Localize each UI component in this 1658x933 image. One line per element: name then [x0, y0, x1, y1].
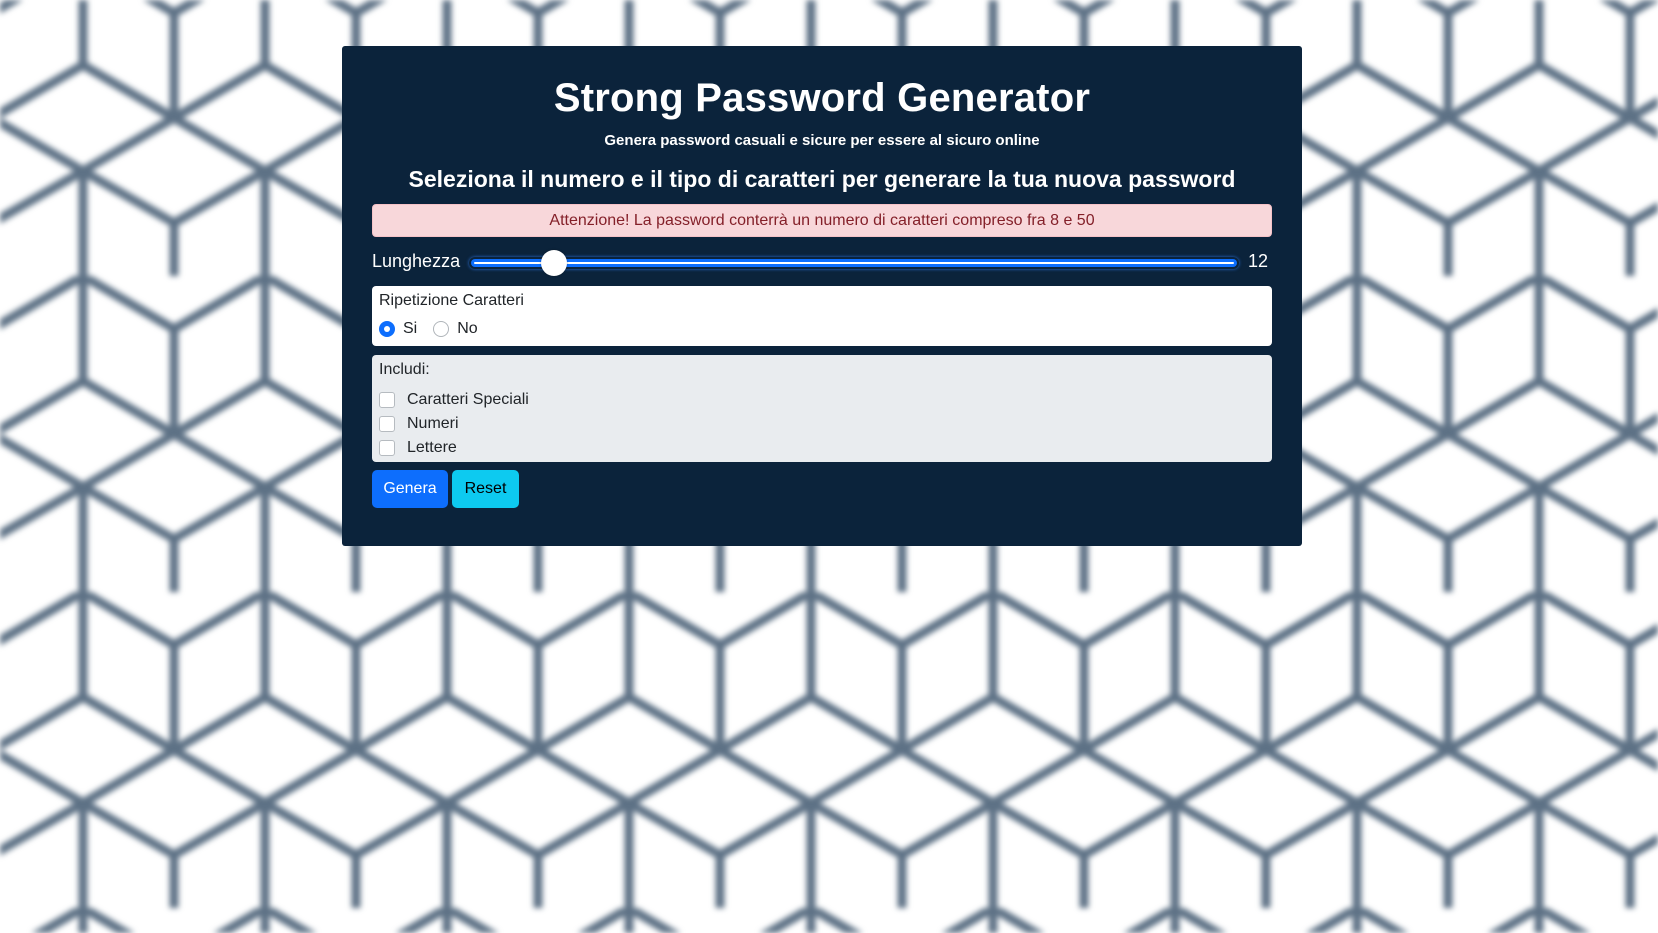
checkbox-numbers-label[interactable]: Numeri [407, 415, 459, 433]
include-option-letters[interactable]: Lettere [379, 436, 1265, 460]
page-title: Strong Password Generator [553, 76, 1091, 120]
checkbox-special-characters[interactable] [379, 392, 395, 408]
radio-no-label[interactable]: No [457, 320, 477, 338]
include-option-numbers[interactable]: Numeri [379, 412, 1265, 436]
alert-text: Attenzione! La password conterrà un nume… [549, 212, 1095, 229]
checkbox-letters[interactable] [379, 440, 395, 456]
include-options: Caratteri Speciali Numeri Lettere [379, 388, 1265, 460]
length-label: Lunghezza [372, 251, 461, 271]
reset-button[interactable]: Reset [452, 470, 519, 508]
radio-si[interactable] [379, 321, 395, 337]
include-option-special[interactable]: Caratteri Speciali [379, 388, 1265, 412]
checkbox-special-label[interactable]: Caratteri Speciali [407, 391, 529, 409]
section-heading: Seleziona il numero e il tipo di caratte… [408, 166, 1236, 192]
repetition-options: Si No [379, 320, 1265, 338]
checkbox-letters-label[interactable]: Lettere [407, 439, 457, 457]
password-generator-card: Strong Password Generator Genera passwor… [342, 46, 1302, 546]
repetition-title: Ripetizione Caratteri [379, 292, 524, 309]
radio-si-label[interactable]: Si [403, 320, 417, 338]
length-warning-alert: Attenzione! La password conterrà un nume… [372, 204, 1272, 237]
length-value: 12 [1247, 251, 1268, 271]
length-control: Lunghezza 12 [372, 248, 1272, 278]
include-panel: Includi: Caratteri Speciali Numeri Lette… [372, 355, 1272, 462]
repetition-panel: Ripetizione Caratteri Si No [372, 286, 1272, 346]
include-title: Includi: [379, 361, 430, 378]
generate-button[interactable]: Genera [372, 470, 448, 508]
checkbox-numbers[interactable] [379, 416, 395, 432]
length-slider-thumb[interactable] [541, 250, 568, 276]
length-slider[interactable] [471, 250, 1237, 276]
radio-no[interactable] [433, 321, 450, 337]
page-subtitle: Genera password casuali e sicure per ess… [604, 132, 1040, 149]
